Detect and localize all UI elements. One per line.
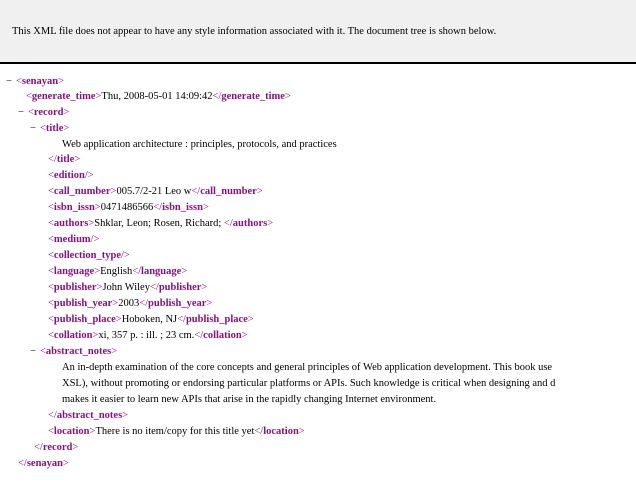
tree-row-publisher: <publisher>John Wiley</publisher> [48, 282, 208, 293]
node-value: An in-depth examination of the core conc… [62, 362, 553, 373]
node-value: English [100, 266, 133, 277]
tree-row-language: <language>English</language> [48, 266, 188, 277]
node-value: 005.7/2-21 Leo w [116, 186, 192, 197]
collapse-toggle-icon[interactable]: − [30, 121, 40, 136]
tree-row-senayan-open: − <senayan> [6, 74, 65, 89]
tree-row-collection-type: <collection_type/> [48, 250, 130, 261]
tree-row-authors: <authors>Shklar, Leon; Rosen, Richard; <… [48, 218, 274, 229]
banner-message: This XML file does not appear to have an… [12, 26, 497, 37]
node-value: John Wiley [102, 282, 150, 293]
tree-row-isbn-issn: <isbn_issn>0471486566</isbn_issn> [48, 202, 209, 213]
tree-row-location: <location>There is no item/copy for this… [48, 426, 305, 437]
tree-row-edition: <edition/> [48, 170, 94, 181]
collapse-toggle-icon[interactable]: − [30, 344, 40, 359]
tree-row-title-value: Web application architecture : principle… [62, 137, 337, 152]
tree-row-publish-place: <publish_place>Hoboken, NJ</publish_plac… [48, 314, 254, 325]
tree-row-senayan-close: </senayan> [18, 458, 69, 469]
node-value: Shklar, Leon; Rosen, Richard; [94, 218, 224, 229]
xml-style-info-banner: This XML file does not appear to have an… [0, 0, 636, 64]
tree-row-record-close: </record> [34, 442, 79, 453]
node-value: Web application architecture : principle… [62, 139, 337, 150]
node-value: There is no item/copy for this title yet [95, 426, 255, 437]
node-value: Thu, 2008-05-01 14:09:42 [101, 91, 213, 102]
tree-row-record-open: − <record> [18, 105, 70, 120]
tree-row-abstract-line-1: An in-depth examination of the core conc… [62, 360, 552, 375]
tree-row-abstract-line-3: makes it easier to learn new APIs that a… [62, 392, 436, 407]
tree-row-publish-year: <publish_year>2003</publish_year> [48, 298, 213, 309]
node-value: 2003 [118, 298, 140, 309]
node-value: 0471486566 [100, 202, 154, 213]
node-value: Hoboken, NJ [121, 314, 178, 325]
collapse-toggle-icon[interactable]: − [6, 74, 16, 89]
tree-row-collation: <collation>xi, 357 p. : ill. ; 23 cm.</c… [48, 330, 248, 341]
tree-row-abstract-notes-close: </abstract_notes> [48, 410, 129, 421]
tree-row-abstract-notes-open: − <abstract_notes> [30, 344, 118, 359]
tree-row-title-close: </title> [48, 154, 81, 165]
tree-row-abstract-line-2: XSL), without promoting or endorsing par… [62, 376, 555, 391]
node-value: XSL), without promoting or endorsing par… [62, 378, 556, 389]
tree-row-medium: <medium/> [48, 234, 100, 245]
tag-name: senayan [21, 76, 59, 87]
collapse-toggle-icon[interactable]: − [18, 105, 28, 120]
tree-row-title-open: − <title> [30, 121, 70, 136]
node-value: xi, 357 p. : ill. ; 23 cm. [98, 330, 195, 341]
tree-row-generate-time: <generate_time>Thu, 2008-05-01 14:09:42<… [26, 91, 291, 102]
tree-row-call-number: <call_number>005.7/2-21 Leo w</call_numb… [48, 186, 263, 197]
node-value: makes it easier to learn new APIs that a… [62, 394, 437, 405]
